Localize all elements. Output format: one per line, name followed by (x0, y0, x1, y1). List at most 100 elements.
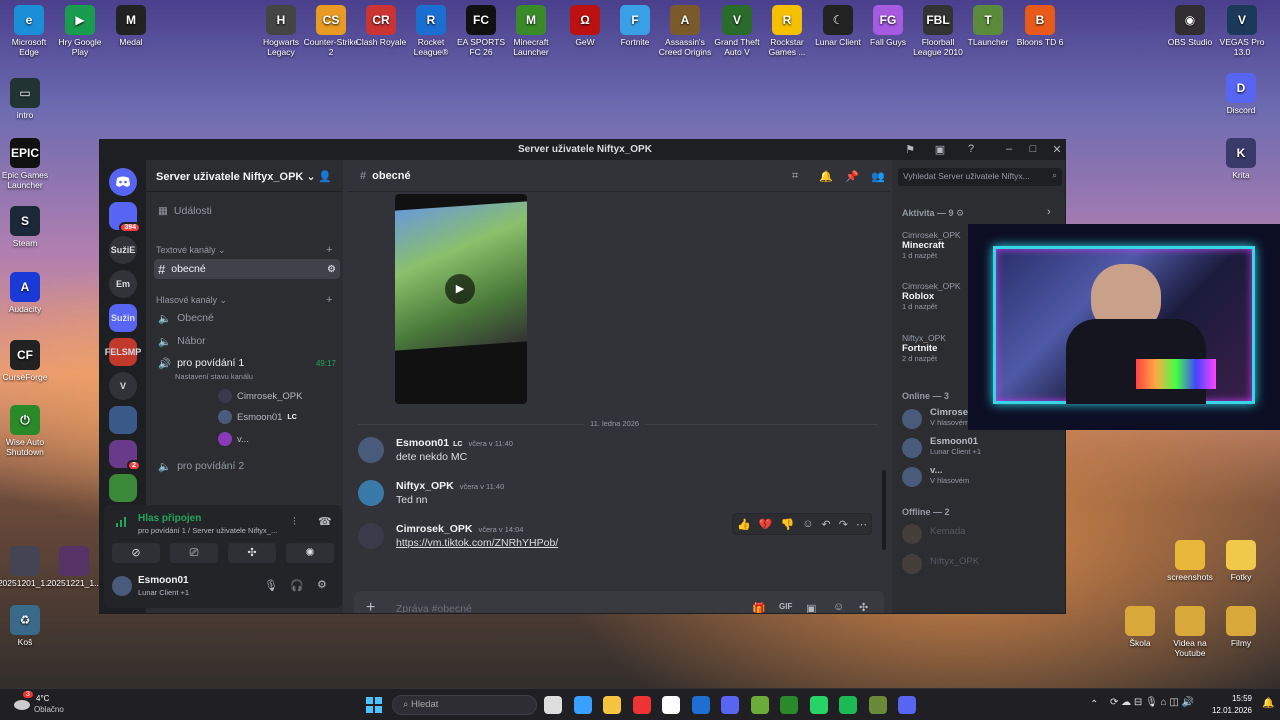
whatsapp-icon[interactable] (809, 696, 828, 714)
xbox-icon[interactable] (780, 696, 798, 714)
teams-icon[interactable] (721, 696, 739, 714)
minecraft-icon[interactable] (750, 696, 769, 714)
member-item-offline[interactable]: Niftyx_OPK (902, 554, 1062, 574)
discord-icon[interactable] (898, 696, 916, 714)
composer-placeholder[interactable]: Zpráva #obecné (396, 603, 472, 613)
desktop-icon[interactable]: A Audacity (0, 272, 53, 314)
desktop-icon[interactable]: FBL Floorball League 2010 (910, 5, 966, 57)
desktop-icon[interactable]: ▭ intro (0, 78, 53, 120)
file-explorer-icon[interactable] (603, 696, 621, 714)
thumbs-up-icon[interactable]: 👍 (737, 518, 751, 531)
voice-category[interactable]: Hlasové kanály ⌄ (156, 295, 227, 306)
server-icon[interactable]: SužiE (109, 236, 137, 264)
desktop-icon[interactable]: Ω GeW (557, 5, 613, 47)
desktop-icon[interactable]: V Grand Theft Auto V (709, 5, 765, 57)
server-icon[interactable]: 2 (109, 440, 141, 471)
tray-icons[interactable]: ⟳ ☁ ⊟ 🎙 ⌂ ◫ 🔊 (1110, 697, 1194, 708)
member-item[interactable]: v... V hlasovém (902, 465, 1062, 487)
more-icon[interactable]: ⋯ (856, 518, 867, 531)
user-settings-icon[interactable]: ⚙ (317, 578, 327, 591)
server-icon[interactable]: V (109, 372, 137, 400)
add-user-icon[interactable]: 👤 (318, 170, 332, 183)
video-attachment[interactable]: ▶ (395, 194, 527, 404)
desktop-icon[interactable]: 20251221_1... (46, 546, 102, 588)
voice-user[interactable]: v... (218, 432, 249, 446)
desktop-icon[interactable]: Videa na Youtube (1162, 606, 1218, 658)
tray-chevron-icon[interactable]: ⌃ (1090, 699, 1098, 710)
desktop-icon[interactable]: ⏻ Wise Auto Shutdown (0, 405, 53, 457)
add-attachment-icon[interactable]: + (366, 599, 375, 613)
inbox-icon[interactable]: ⚑ (903, 143, 917, 157)
desktop-icon[interactable]: Škola (1112, 606, 1168, 648)
desktop-icon[interactable]: ▶ Hry Google Play (52, 5, 108, 57)
desktop-icon[interactable]: D Discord (1213, 73, 1269, 115)
add-channel-icon[interactable]: + (326, 244, 332, 256)
help-icon[interactable]: ? (964, 143, 978, 157)
voice-user[interactable]: Esmoon01 LC (218, 410, 297, 424)
screen-share-icon[interactable]: ⎚ (170, 543, 218, 563)
apps-icon[interactable]: ✣ (859, 601, 868, 613)
server-icon[interactable]: Em (109, 270, 137, 298)
notification-icon[interactable]: 🔔 (1262, 698, 1274, 709)
desktop-icon[interactable]: K Krita (1213, 138, 1269, 180)
avatar[interactable] (358, 480, 384, 506)
desktop-icon[interactable]: V VEGAS Pro 13.0 (1214, 5, 1270, 57)
add-voice-channel-icon[interactable]: + (326, 294, 332, 306)
channel-obecne[interactable]: # obecné ⚙ (154, 259, 340, 279)
activities-icon[interactable]: ✣ (228, 543, 276, 563)
author-name[interactable]: Cimrosek_OPK (396, 523, 472, 535)
headphones-icon[interactable]: 🎧 (290, 579, 304, 592)
author-name[interactable]: Niftyx_OPK (396, 480, 454, 492)
spotify-icon[interactable] (839, 696, 857, 714)
desktop-icon[interactable]: CR Clash Royale (353, 5, 409, 47)
discord-home-icon[interactable] (109, 168, 137, 196)
desktop-icon[interactable]: B Bloons TD 6 (1012, 5, 1068, 47)
disconnect-icon[interactable]: ☎ (318, 515, 332, 528)
desktop-icon[interactable]: R Rocket League® (403, 5, 459, 57)
settings-icon[interactable]: ⚙ (327, 264, 336, 275)
pin-icon[interactable]: 📌 (845, 170, 859, 183)
server-icon[interactable]: FELSMP (105, 338, 141, 366)
server-icon[interactable] (109, 474, 137, 502)
threads-icon[interactable]: ⌗ (792, 170, 798, 183)
desktop-icon[interactable]: S Steam (0, 206, 53, 248)
desktop-icon[interactable]: e Microsoft Edge (1, 5, 57, 57)
soundboard-icon[interactable]: ✺ (286, 543, 334, 563)
chrome-icon[interactable] (632, 696, 651, 714)
server-icon[interactable]: 394 (109, 202, 141, 233)
minimize-icon[interactable]: – (1002, 143, 1016, 157)
desktop-icon[interactable]: ◉ OBS Studio (1162, 5, 1218, 47)
taskbar-app-icon[interactable] (662, 696, 680, 714)
weather-icon[interactable]: 3 (12, 691, 33, 713)
desktop-icon[interactable]: T TLauncher (960, 5, 1016, 47)
desktop-icon[interactable]: FC EA SPORTS FC 26 (453, 5, 509, 57)
reply-icon[interactable]: ↶ (821, 518, 830, 531)
desktop-icon[interactable]: screenshots (1162, 540, 1218, 582)
forward-icon[interactable]: ↷ (839, 518, 848, 531)
avatar[interactable] (358, 523, 384, 549)
desktop-icon[interactable]: EPIC Epic Games Launcher (0, 138, 53, 190)
microphone-icon[interactable]: 🎙 (264, 579, 278, 592)
desktop-icon[interactable]: CS Counter-Strike 2 (303, 5, 359, 57)
author-name[interactable]: Esmoon01 (396, 437, 449, 449)
desktop-icon[interactable]: Fotky (1213, 540, 1269, 582)
server-icon[interactable]: Sužin (109, 304, 137, 332)
desktop-icon[interactable]: A Assassin's Creed Origins (657, 5, 713, 57)
desktop-icon[interactable]: H Hogwarts Legacy (253, 5, 309, 57)
chevron-right-icon[interactable]: › (1047, 206, 1051, 218)
emoji-icon[interactable]: ☺ (833, 601, 844, 613)
maximize-icon[interactable]: □ (1026, 143, 1040, 157)
member-item[interactable]: Esmoon01 Lunar Client +1 (902, 436, 1062, 458)
desktop-icon[interactable]: FG Fall Guys (860, 5, 916, 47)
desktop-icon[interactable]: M Minecraft Launcher (503, 5, 559, 57)
desktop-icon[interactable]: F Fortnite (607, 5, 663, 47)
bell-icon[interactable]: 🔔 (819, 170, 833, 183)
noise-suppression-icon[interactable]: ⫶ (293, 516, 296, 529)
add-reaction-icon[interactable]: ☺ (802, 518, 813, 530)
avatar[interactable] (112, 576, 132, 596)
text-category[interactable]: Textové kanály ⌄ (156, 245, 226, 256)
copilot-icon[interactable] (573, 696, 592, 714)
clock-date[interactable]: 12.01.2026 (1204, 706, 1252, 715)
server-icon[interactable] (109, 406, 137, 434)
member-item-offline[interactable]: Kemada (902, 524, 1062, 544)
